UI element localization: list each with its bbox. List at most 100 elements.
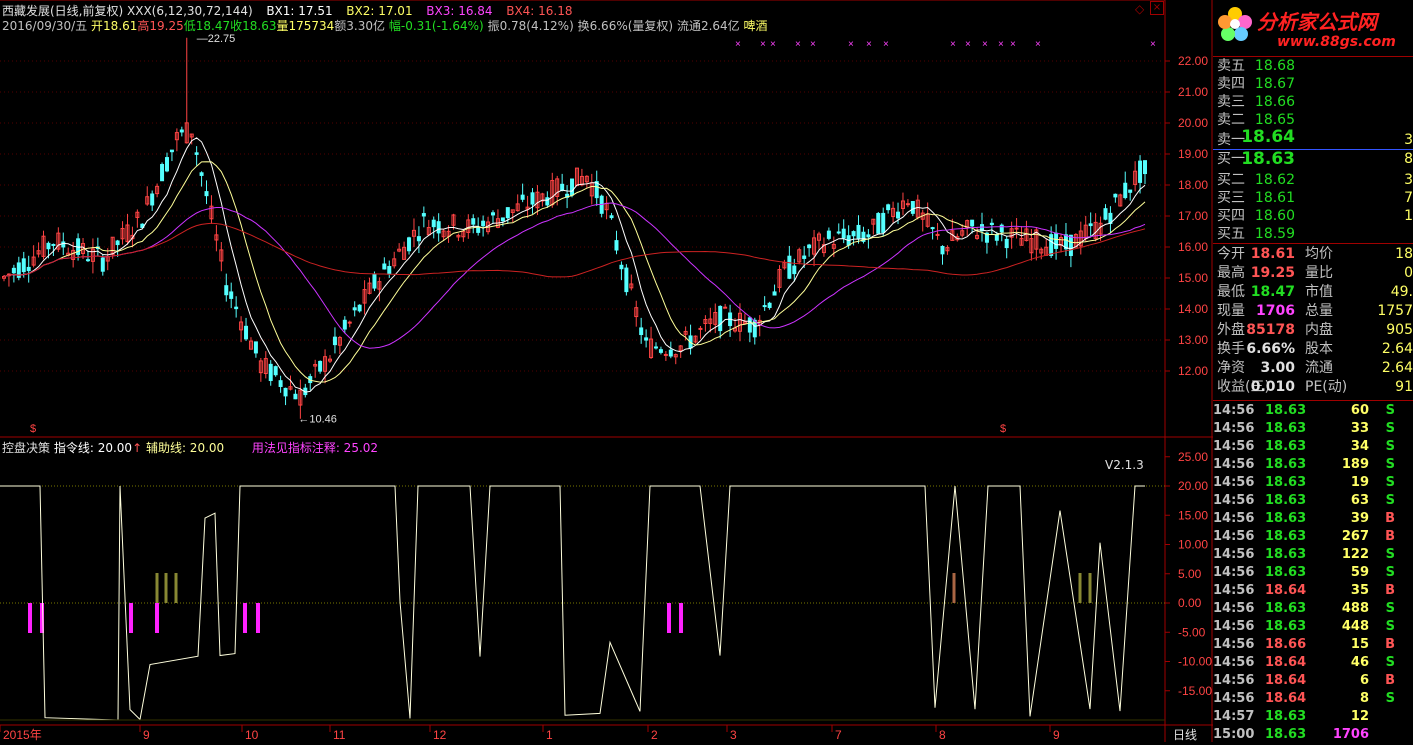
candle-body[interactable] [234,306,239,310]
candle-body[interactable] [100,257,105,272]
candle-body[interactable] [545,197,550,206]
candle-body[interactable] [767,302,772,308]
candle-body[interactable] [481,220,486,227]
candle-body[interactable] [1088,223,1093,227]
tick-row[interactable]: 14:56 18.63 488 S [1213,601,1413,619]
candle-body[interactable] [204,191,209,197]
candle-body[interactable] [989,222,994,226]
candle-body[interactable] [471,218,476,225]
candle-body[interactable] [387,266,392,275]
candle-body[interactable] [476,226,481,233]
candle-body[interactable] [723,306,728,309]
candle-body[interactable] [160,164,165,182]
tick-row[interactable]: 14:56 18.63 189 S [1213,457,1413,475]
candle-body[interactable] [491,212,495,216]
candle-body[interactable] [654,346,658,349]
candle-body[interactable] [876,213,881,234]
candle-body[interactable] [1004,238,1009,249]
order-book-bid-5[interactable]: 买五 18.59 [1217,225,1413,243]
order-book-bid-1[interactable]: 买一 18.63 8 [1217,150,1413,168]
candle-body[interactable] [639,327,644,336]
candle-body[interactable] [940,245,945,255]
candle-body[interactable] [505,207,510,219]
tick-row[interactable]: 14:56 18.63 34 S [1213,439,1413,457]
period-label[interactable]: 日线 [1173,726,1197,743]
candle-body[interactable] [994,234,999,241]
candle-body[interactable] [886,204,891,211]
order-book-bid-2[interactable]: 买二 18.62 3 [1217,171,1413,189]
tick-row[interactable]: 14:56 18.63 267 B [1213,529,1413,547]
candle-body[interactable] [802,255,807,259]
chart-area[interactable]: 22.0021.0020.0019.0018.0017.0016.0015.00… [0,0,1213,742]
candle-body[interactable] [416,236,421,242]
candle-body[interactable] [1103,208,1108,220]
tick-row[interactable]: 14:56 18.63 448 S [1213,619,1413,637]
candle-body[interactable] [194,152,199,155]
tick-row[interactable]: 14:56 18.63 59 S [1213,565,1413,583]
candle-body[interactable] [718,305,723,332]
candle-body[interactable] [594,181,599,199]
candle-body[interactable] [332,336,337,346]
candle-body[interactable] [115,240,120,246]
tick-row[interactable]: 14:56 18.63 19 S [1213,475,1413,493]
candle-body[interactable] [179,129,184,133]
candle-body[interactable] [431,219,436,228]
order-book-ask-5[interactable]: 卖五 18.68 [1217,57,1413,75]
candle-body[interactable] [229,291,234,299]
candle-body[interactable] [530,192,535,205]
candle-body[interactable] [61,241,66,248]
candle-body[interactable] [1143,160,1147,175]
tick-row[interactable]: 14:56 18.63 33 S [1213,421,1413,439]
tick-row[interactable]: 14:56 18.64 35 B [1213,583,1413,601]
candle-body[interactable] [352,307,357,311]
order-book-bid-4[interactable]: 买四 18.60 1 [1217,207,1413,225]
candle-body[interactable] [930,227,935,230]
tick-row[interactable]: 14:56 18.64 8 S [1213,691,1413,709]
candle-body[interactable] [644,337,649,341]
order-book-ask-3[interactable]: 卖三 18.66 [1217,93,1413,111]
candle-body[interactable] [224,285,229,296]
candle-body[interactable] [1068,234,1073,257]
tick-row[interactable]: 15:00 18.63 1706 [1213,727,1413,745]
candle-body[interactable] [698,327,703,330]
close-icon[interactable]: × [1150,1,1164,15]
candle-body[interactable] [293,393,298,400]
candle-body[interactable] [520,194,525,200]
indicator-name[interactable]: 控盘决策 [2,441,50,455]
candle-body[interactable] [318,360,323,372]
candle-body[interactable] [1054,232,1059,249]
candle-body[interactable] [407,237,412,252]
candle-body[interactable] [896,211,901,219]
candle-body[interactable] [560,183,565,191]
tick-row[interactable]: 14:56 18.64 46 S [1213,655,1413,673]
candle-body[interactable] [668,349,673,357]
tick-row[interactable]: 14:57 18.63 12 [1213,709,1413,727]
candle-body[interactable] [421,213,426,217]
candle-body[interactable] [762,305,767,308]
tick-row[interactable]: 14:56 18.63 122 S [1213,547,1413,565]
candle-body[interactable] [614,240,619,251]
candle-body[interactable] [357,304,362,312]
candle-body[interactable] [658,349,663,353]
candle-body[interactable] [342,319,347,330]
order-book-ask-4[interactable]: 卖四 18.67 [1217,75,1413,93]
tick-row[interactable]: 14:56 18.63 39 B [1213,511,1413,529]
candle-body[interactable] [1014,227,1019,230]
candle-body[interactable] [826,230,831,239]
candle-body[interactable] [841,228,846,239]
candle-body[interactable] [436,221,441,234]
candle-body[interactable] [866,234,871,238]
candle-body[interactable] [1128,189,1133,193]
tick-row[interactable]: 14:56 18.64 6 B [1213,673,1413,691]
candle-body[interactable] [1123,182,1128,199]
candle-body[interactable] [347,321,352,324]
candle-body[interactable] [268,363,273,382]
candle-body[interactable] [11,267,16,274]
order-book-ask-1[interactable]: 卖一 18.64 3 [1217,128,1413,149]
tick-row[interactable]: 14:56 18.63 60 S [1213,403,1413,421]
candle-body[interactable] [500,217,505,222]
candle-body[interactable] [382,263,387,270]
candle-body[interactable] [772,291,777,296]
diamond-icon[interactable]: ◇ [1135,2,1144,16]
candle-body[interactable] [244,325,249,340]
